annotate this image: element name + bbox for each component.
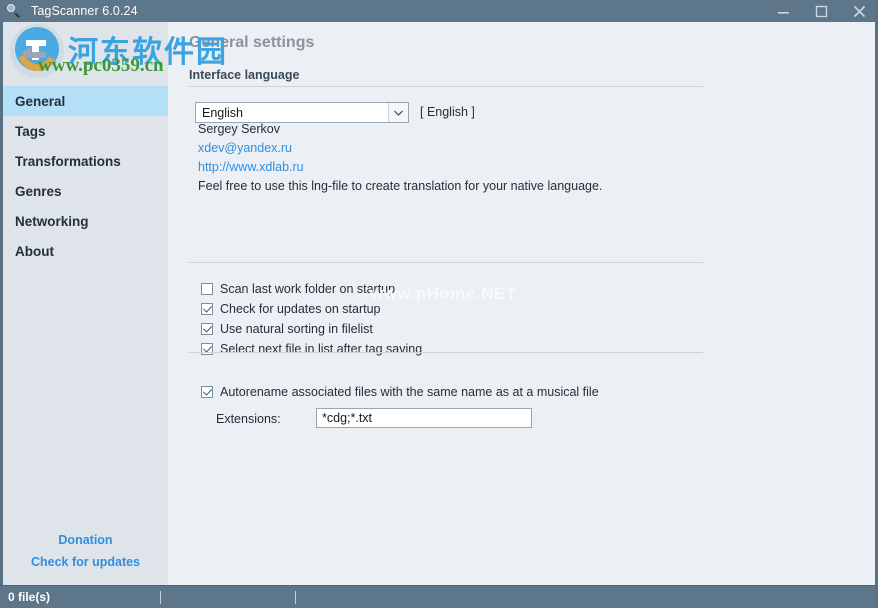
checkbox-icon[interactable] (201, 283, 213, 295)
sidebar-item-label: Networking (15, 213, 89, 229)
window-title: TagScanner 6.0.24 (31, 4, 138, 18)
check-for-updates-link[interactable]: Check for updates (3, 551, 168, 573)
sidebar-item-label: Genres (15, 183, 62, 199)
checkbox-autorename-associated-files[interactable]: Autorename associated files with the sam… (201, 385, 599, 399)
checkbox-label: Select next file in list after tag savin… (220, 342, 423, 356)
checkbox-natural-sorting[interactable]: Use natural sorting in filelist (201, 322, 373, 336)
sidebar-item-transformations[interactable]: Transformations (3, 146, 168, 176)
language-select[interactable]: English (195, 102, 409, 123)
title-bar: TagScanner 6.0.24 (0, 0, 875, 22)
language-select-value: English (202, 105, 243, 120)
maximize-icon[interactable] (802, 0, 840, 22)
status-bar: 0 file(s) (0, 585, 875, 608)
minimize-icon[interactable] (764, 0, 802, 22)
translation-note: Feel free to use this lng-file to create… (198, 179, 603, 193)
sidebar-item-label: General (15, 93, 66, 109)
checkbox-icon[interactable] (201, 323, 213, 335)
checkbox-icon[interactable] (201, 343, 213, 355)
window-controls (764, 0, 875, 22)
extensions-input[interactable]: *cdg;*.txt (316, 408, 532, 428)
sidebar-item-tags[interactable]: Tags (3, 116, 168, 146)
interface-language-label: Interface language (189, 68, 300, 82)
language-code-label: [ English ] (420, 105, 475, 119)
translator-email-link[interactable]: xdev@yandex.ru (198, 141, 292, 155)
checkbox-select-next-file[interactable]: Select next file in list after tag savin… (201, 342, 422, 356)
checkbox-label: Use natural sorting in filelist (220, 322, 373, 336)
donation-link[interactable]: Donation (3, 529, 168, 551)
divider-bottom (189, 352, 703, 353)
checkbox-label: Check for updates on startup (220, 302, 381, 316)
checkbox-icon[interactable] (201, 386, 213, 398)
sidebar-item-label: Tags (15, 123, 46, 139)
chevron-down-icon[interactable] (388, 103, 408, 122)
close-icon[interactable] (840, 0, 875, 22)
sidebar-nav: General Tags Transformations Genres Netw… (3, 86, 168, 266)
magnifier-icon (3, 0, 25, 22)
application-window: TagScanner 6.0.24 General Tags Transform… (0, 0, 878, 608)
extensions-label: Extensions: (216, 412, 281, 426)
checkbox-scan-last-work-folder[interactable]: Scan last work folder on startup (201, 282, 395, 296)
translator-website-link[interactable]: http://www.xdlab.ru (198, 160, 304, 174)
sidebar: General Tags Transformations Genres Netw… (0, 22, 168, 585)
divider-middle (189, 262, 703, 263)
status-file-count: 0 file(s) (8, 590, 51, 604)
main-content: General settings Interface language Engl… (168, 22, 875, 585)
sidebar-item-genres[interactable]: Genres (3, 176, 168, 206)
sidebar-bottom-links: Donation Check for updates (3, 529, 168, 573)
checkbox-icon[interactable] (201, 303, 213, 315)
checkbox-check-for-updates[interactable]: Check for updates on startup (201, 302, 381, 316)
divider-top (189, 86, 703, 87)
status-divider (295, 591, 296, 604)
sidebar-item-about[interactable]: About (3, 236, 168, 266)
sidebar-item-label: Transformations (15, 153, 121, 169)
page-title: General settings (189, 34, 315, 51)
sidebar-item-general[interactable]: General (3, 86, 168, 116)
checkbox-label: Autorename associated files with the sam… (220, 385, 599, 399)
status-divider (160, 591, 161, 604)
sidebar-item-label: About (15, 243, 54, 259)
sidebar-item-networking[interactable]: Networking (3, 206, 168, 236)
translator-name: Sergey Serkov (198, 122, 280, 136)
checkbox-label: Scan last work folder on startup (220, 282, 396, 296)
